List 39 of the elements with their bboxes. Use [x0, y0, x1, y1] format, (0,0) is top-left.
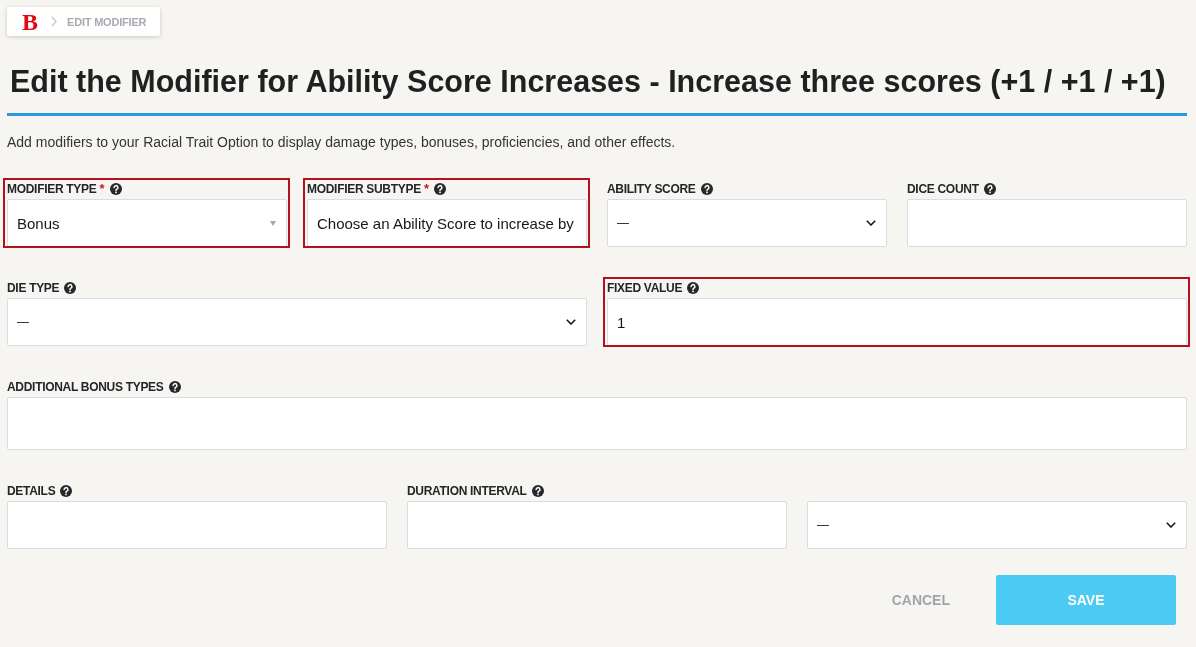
dropdown-field[interactable]: Choose an Ability Score to increase by — [307, 199, 587, 247]
logo[interactable]: B — [22, 11, 37, 32]
field-label: MODIFIER SUBTYPE — [307, 181, 421, 196]
help-icon[interactable] — [168, 380, 181, 393]
field-label: DETAILS — [7, 483, 56, 498]
required-asterisk: * — [99, 182, 105, 195]
chevron-down-icon — [1166, 522, 1176, 528]
select-field[interactable]: — — [7, 298, 587, 346]
help-icon[interactable] — [433, 182, 446, 195]
text-field[interactable] — [907, 199, 1187, 247]
caret-down-icon — [270, 220, 276, 226]
text-field[interactable]: 1 — [607, 298, 1187, 346]
help-icon[interactable] — [700, 182, 713, 195]
help-icon[interactable] — [64, 281, 77, 294]
help-icon[interactable] — [983, 182, 996, 195]
breadcrumb-current: EDIT MODIFIER — [67, 15, 147, 28]
help-icon[interactable] — [531, 484, 544, 497]
text-field[interactable] — [7, 501, 387, 549]
field-label: ADDITIONAL BONUS TYPES — [7, 379, 164, 394]
select-field[interactable]: — — [607, 199, 887, 247]
help-icon[interactable] — [109, 182, 122, 195]
field-label: DIE TYPE — [7, 280, 60, 295]
field-label: ABILITY SCORE — [607, 181, 696, 196]
multi-select-field[interactable] — [7, 397, 1187, 450]
field-label: FIXED VALUE — [607, 280, 683, 295]
field-label: DURATION INTERVAL — [407, 483, 527, 498]
help-icon[interactable] — [687, 281, 700, 294]
chevron-right-icon — [51, 16, 57, 27]
dropdown-field[interactable]: Bonus — [7, 199, 287, 247]
text-field[interactable] — [407, 501, 787, 549]
field-label: DICE COUNT — [907, 181, 979, 196]
chevron-down-icon — [866, 220, 876, 226]
select-field[interactable]: — — [807, 501, 1187, 549]
required-asterisk: * — [423, 182, 429, 195]
help-icon[interactable] — [60, 484, 73, 497]
page-description: Add modifiers to your Racial Trait Option to display damage types, bonuses, proficiencies, and other effects. — [7, 133, 676, 152]
field-label: MODIFIER TYPE — [7, 181, 97, 196]
chevron-down-icon — [566, 319, 576, 325]
page-title: Edit the Modifier for Ability Score Increases - Increase three scores (+1 / +1 / +1) — [10, 63, 1166, 101]
